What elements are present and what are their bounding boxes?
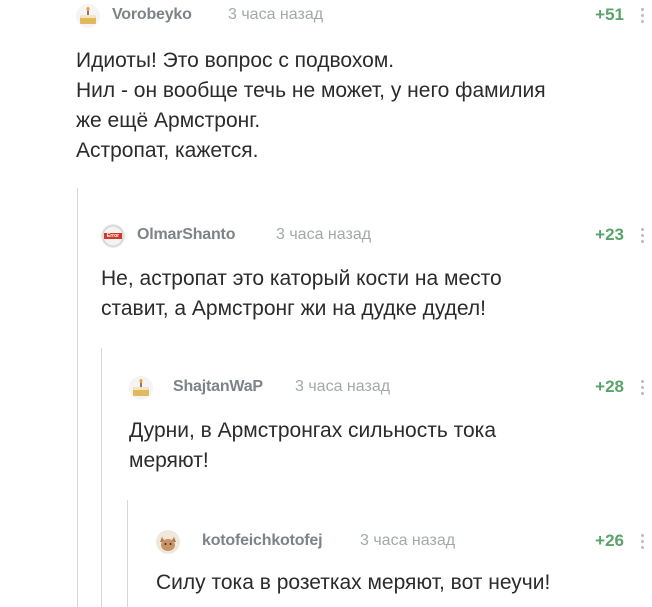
comment-header: Error OlmarShanto 3 часа назад +23 [101, 224, 652, 248]
rating: +26 [595, 531, 624, 550]
avatar-cat-icon[interactable] [156, 530, 180, 554]
rating: +51 [595, 5, 624, 24]
rating: +23 [595, 225, 624, 244]
more-options-icon[interactable] [641, 534, 644, 549]
comment-header: Vorobeyko 3 часа назад +51 [76, 4, 652, 28]
timestamp: 3 часа назад [295, 378, 391, 395]
username[interactable]: OlmarShanto [137, 226, 235, 244]
thread-line[interactable] [77, 188, 78, 607]
comment-text: Не, астропат это каторый кости на место … [101, 267, 502, 320]
avatar-error-badge-icon[interactable]: Error [101, 224, 125, 248]
thread-line[interactable] [127, 500, 128, 607]
timestamp: 3 часа назад [360, 532, 456, 549]
more-options-icon[interactable] [641, 8, 644, 23]
comment-header: kotofeichkotofej 3 часа назад +26 [156, 530, 652, 554]
timestamp: 3 часа назад [276, 226, 372, 243]
avatar-cake-icon[interactable] [129, 376, 153, 400]
thread-line[interactable] [101, 348, 102, 607]
username[interactable]: kotofeichkotofej [202, 532, 323, 550]
more-options-icon[interactable] [641, 380, 644, 395]
more-options-icon[interactable] [641, 228, 644, 243]
comment-text: Дурни, в Армстронгах сильность тока меря… [129, 419, 497, 472]
username[interactable]: ShajtanWaP [173, 378, 263, 396]
username[interactable]: Vorobeyko [112, 6, 192, 24]
avatar-cake-icon[interactable] [76, 4, 100, 28]
comment-text: Идиоты! Это вопрос с подвохом. Нил - он … [76, 49, 546, 162]
rating: +28 [595, 377, 624, 396]
avatar-label: Error [106, 233, 120, 239]
timestamp: 3 часа назад [228, 6, 324, 23]
comment-header: ShajtanWaP 3 часа назад +28 [129, 376, 652, 400]
comment-text: Силу тока в розетках меряют, вот неучи! [156, 571, 551, 594]
